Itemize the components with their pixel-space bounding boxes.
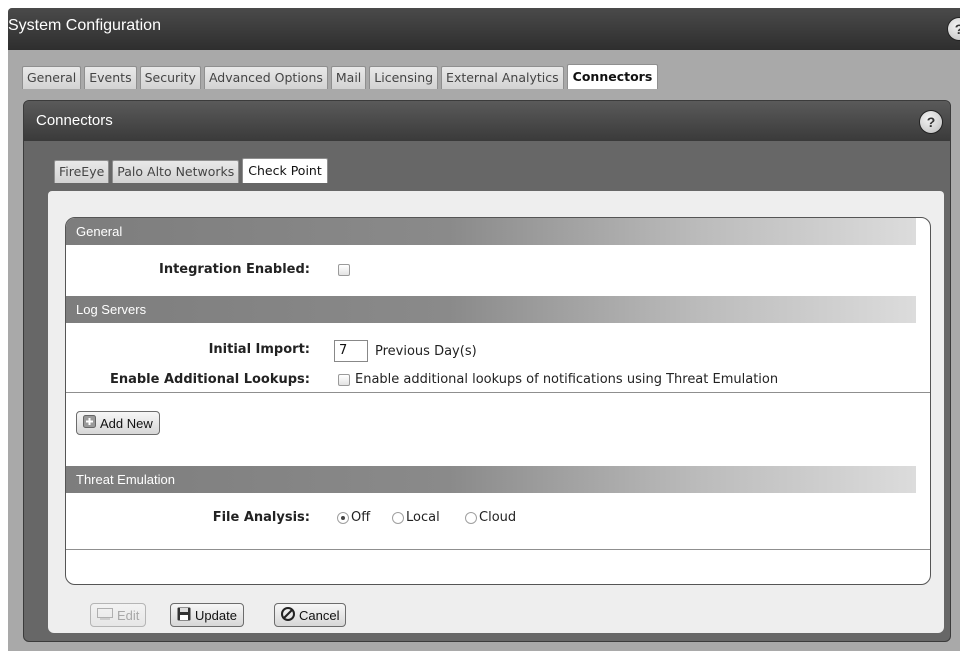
connectors-panel: Connectors ? FireEye Palo Alto Networks … — [23, 100, 951, 642]
integration-enabled-checkbox[interactable] — [338, 264, 350, 276]
integration-enabled-label: Integration Enabled: — [159, 262, 310, 277]
file-analysis-row: File Analysis: Off Local Cloud — [66, 506, 930, 530]
connectors-panel-header: Connectors ? — [24, 101, 950, 141]
update-button[interactable]: Update — [170, 603, 244, 627]
save-icon — [177, 607, 191, 624]
additional-lookups-checkbox[interactable] — [338, 374, 350, 386]
window-titlebar: System Configuration ? — [8, 8, 960, 50]
edit-button[interactable]: Edit — [90, 603, 147, 627]
tab-advanced-options[interactable]: Advanced Options — [203, 66, 328, 89]
file-analysis-label: File Analysis: — [212, 510, 310, 525]
update-label: Update — [195, 607, 237, 623]
connectors-help-icon[interactable]: ? — [920, 111, 942, 133]
tab-licensing[interactable]: Licensing — [369, 66, 439, 89]
cancel-icon — [281, 606, 295, 624]
tab-check-point[interactable]: Check Point — [242, 158, 328, 183]
tab-general[interactable]: General — [22, 66, 82, 89]
cancel-label: Cancel — [299, 607, 340, 623]
edit-label: Edit — [117, 607, 140, 623]
file-analysis-off-radio[interactable] — [337, 512, 349, 524]
main-tab-bar: General Events Security Advanced Options… — [22, 64, 661, 89]
tab-palo-alto-networks[interactable]: Palo Alto Networks — [112, 160, 240, 183]
file-analysis-cloud-radio[interactable] — [465, 512, 477, 524]
initial-import-input[interactable]: 7 — [334, 340, 368, 362]
window-help-icon[interactable]: ? — [948, 18, 960, 40]
log-servers-divider — [66, 392, 930, 393]
file-analysis-off-label: Off — [351, 510, 371, 525]
initial-import-unit: Previous Day(s) — [375, 344, 477, 359]
integration-enabled-row: Integration Enabled: — [66, 258, 930, 282]
tab-connectors[interactable]: Connectors — [566, 64, 659, 89]
window-title: System Configuration — [8, 17, 161, 34]
tab-mail[interactable]: Mail — [330, 66, 367, 89]
add-new-button[interactable]: Add New — [76, 411, 160, 435]
tab-events[interactable]: Events — [84, 66, 137, 89]
section-log-servers-header: Log Servers — [66, 296, 916, 323]
check-point-content: General Integration Enabled: Log Servers… — [48, 191, 944, 633]
edit-icon — [97, 607, 113, 623]
section-threat-emulation-header: Threat Emulation — [66, 466, 916, 493]
connector-tab-bar: FireEye Palo Alto Networks Check Point — [54, 158, 331, 183]
threat-emulation-divider — [66, 549, 930, 550]
tab-external-analytics[interactable]: External Analytics — [441, 66, 564, 89]
file-analysis-local-label: Local — [406, 510, 440, 525]
section-general-header: General — [66, 218, 916, 245]
system-configuration-window: System Configuration ? General Events Se… — [8, 8, 960, 651]
additional-lookups-label: Enable Additional Lookups: — [109, 372, 310, 387]
add-icon — [83, 415, 96, 431]
additional-lookups-row: Enable Additional Lookups: Enable additi… — [66, 368, 930, 392]
file-analysis-local-radio[interactable] — [392, 512, 404, 524]
initial-import-row: Initial Import: 7 Previous Day(s) — [66, 338, 930, 362]
tab-fireeye[interactable]: FireEye — [54, 160, 110, 183]
additional-lookups-text: Enable additional lookups of notificatio… — [355, 372, 779, 387]
tab-security[interactable]: Security — [139, 66, 201, 89]
connectors-panel-title: Connectors — [36, 112, 113, 129]
initial-import-label: Initial Import: — [208, 342, 310, 357]
settings-frame: General Integration Enabled: Log Servers… — [65, 217, 931, 585]
cancel-button[interactable]: Cancel — [274, 603, 347, 627]
file-analysis-cloud-label: Cloud — [479, 510, 517, 525]
add-new-label: Add New — [100, 415, 153, 431]
